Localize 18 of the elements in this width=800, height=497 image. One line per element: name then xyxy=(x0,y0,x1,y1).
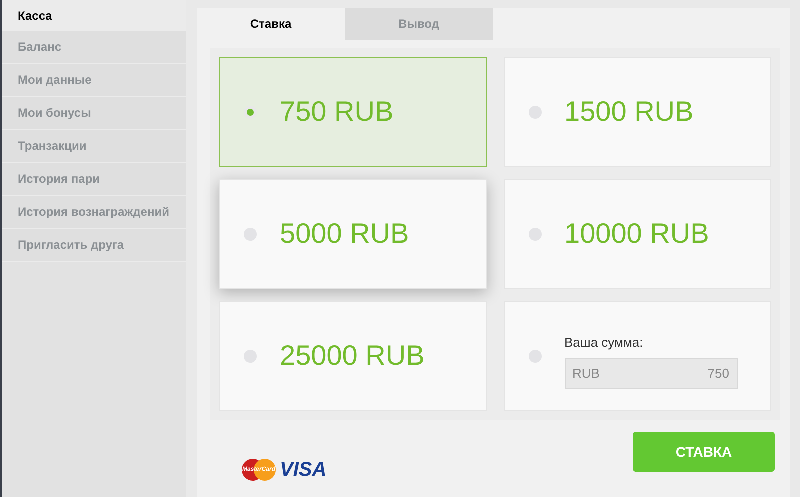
field-label: Ваша сумма: xyxy=(564,334,644,352)
bet-button[interactable]: СТАВКА xyxy=(633,432,775,472)
amount-option[interactable]: Ваша сумма: RUB 750 xyxy=(504,301,771,411)
amount-option[interactable]: 1500 RUB xyxy=(504,57,771,167)
amount-label: 10000 RUB xyxy=(564,217,710,251)
amount-option[interactable]: 750 RUB xyxy=(219,57,486,167)
radio-button[interactable] xyxy=(244,106,257,118)
amount-label: 25000 RUB xyxy=(280,339,425,373)
amount-option[interactable]: 5000 RUB xyxy=(219,179,486,289)
amount-label: 1500 RUB xyxy=(564,95,694,129)
amount-option[interactable]: 25000 RUB xyxy=(219,301,486,411)
amount-field[interactable]: RUB 750 xyxy=(564,358,738,389)
amount-option[interactable]: 10000 RUB xyxy=(504,179,771,289)
amount-label: 5000 RUB xyxy=(280,217,410,251)
amount-label: 750 RUB xyxy=(280,95,394,129)
visa-logo: VISA xyxy=(280,460,327,480)
sidebar-item[interactable]: Касса xyxy=(2,0,186,31)
tab[interactable]: Вывод xyxy=(345,8,493,40)
